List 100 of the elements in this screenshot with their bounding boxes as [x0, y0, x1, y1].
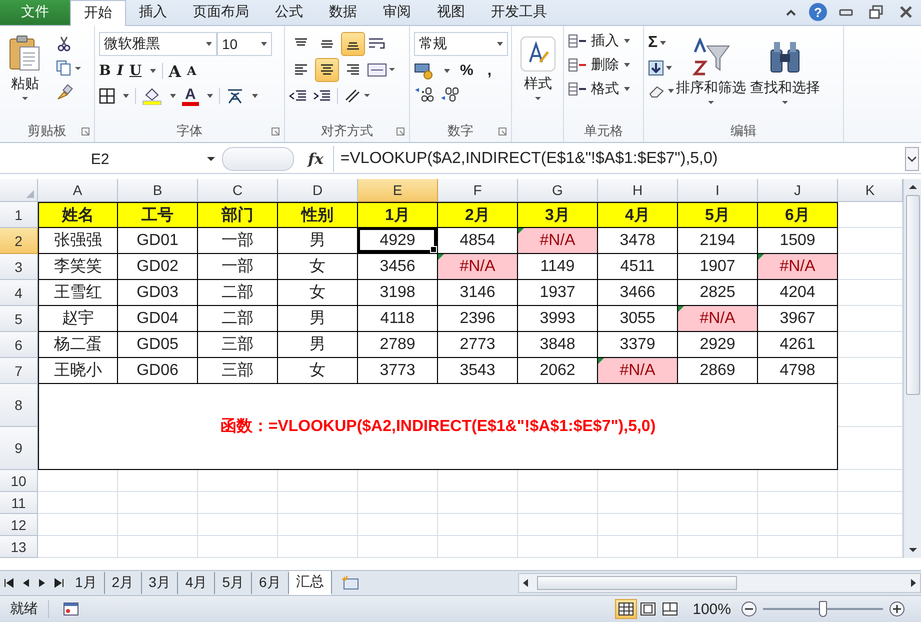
font-style-button[interactable]: I [116, 63, 124, 80]
insert-function-button[interactable]: fx [308, 150, 324, 168]
percent-button[interactable]: % [456, 62, 478, 80]
paintbrush-icon[interactable] [56, 84, 74, 100]
phonetic-icon[interactable] [226, 87, 244, 106]
ribbon-tab[interactable]: 插入 [126, 0, 180, 25]
align-button[interactable] [341, 32, 365, 56]
zoom-in-icon[interactable] [889, 601, 905, 618]
row-header[interactable]: 2 [0, 228, 38, 254]
grow-font-button[interactable]: A [168, 62, 182, 81]
row-header[interactable]: 13 [0, 536, 38, 558]
expand-icon[interactable] [905, 147, 919, 172]
name-box[interactable]: E2 [0, 147, 200, 172]
font-color-button[interactable]: A [182, 86, 199, 106]
increase-indent-icon[interactable] [313, 88, 331, 103]
vertical-scrollbar[interactable] [903, 179, 921, 558]
eraser-icon[interactable] [648, 84, 666, 98]
fill-color-icon[interactable] [142, 87, 162, 106]
table-cell: 1149 [518, 254, 598, 280]
column-header[interactable]: D [278, 179, 358, 202]
dialog-launcher-icon[interactable] [271, 126, 280, 136]
copy-icon[interactable] [56, 60, 82, 76]
ribbon-tab[interactable]: 数据 [316, 0, 370, 25]
new-sheet-icon[interactable] [340, 575, 360, 592]
align-button[interactable] [315, 58, 339, 82]
ribbon-tab[interactable]: 开始 [70, 0, 126, 26]
row-header[interactable]: 4 [0, 280, 38, 306]
font-style-button[interactable]: U [129, 63, 142, 80]
horizontal-scrollbar[interactable] [518, 573, 921, 594]
find-select-button[interactable]: 查找和选择 [748, 36, 822, 120]
ribbon-tab[interactable]: 审阅 [370, 0, 424, 25]
zoom-level[interactable]: 100% [692, 600, 731, 618]
view-button[interactable] [614, 599, 637, 620]
row-header[interactable]: 8 [0, 384, 38, 428]
record-macro-icon[interactable] [63, 602, 79, 616]
next-sheet-icon[interactable] [37, 577, 47, 590]
restore-icon[interactable] [869, 5, 883, 20]
scissors-icon[interactable] [56, 36, 72, 52]
increase-decimal-icon[interactable] [414, 86, 434, 102]
sort-filter-button[interactable]: 排序和筛选 [674, 36, 748, 120]
column-header[interactable]: J [758, 179, 838, 202]
column-header[interactable]: B [118, 179, 198, 202]
cells-menu-button[interactable]: 格式 [568, 80, 639, 98]
row-header[interactable]: 10 [0, 470, 38, 492]
font-name-dropdown[interactable]: 微软雅黑 [99, 32, 217, 56]
ribbon-tab[interactable]: 公式 [262, 0, 316, 25]
column-header[interactable]: G [518, 179, 598, 202]
previous-sheet-icon[interactable] [21, 577, 31, 590]
cells-menu-button[interactable]: 插入 [568, 32, 639, 50]
caret-icon[interactable] [206, 156, 216, 162]
font-style-button[interactable]: B [99, 63, 111, 80]
orientation-icon[interactable] [344, 88, 370, 104]
decrease-decimal-icon[interactable] [440, 86, 460, 102]
merge-center-icon[interactable] [367, 62, 395, 78]
scroll-thumb[interactable] [906, 195, 920, 396]
help-button[interactable]: ? [809, 3, 827, 22]
sheet-tab[interactable]: 汇总 [288, 571, 332, 596]
dialog-launcher-icon[interactable] [498, 126, 507, 136]
comma-button[interactable]: , [483, 62, 496, 80]
autosum-button[interactable]: Σ [648, 34, 658, 52]
row-header[interactable]: 5 [0, 306, 38, 332]
column-header[interactable]: A [38, 179, 118, 202]
row-header[interactable]: 11 [0, 492, 38, 514]
dialog-launcher-icon[interactable] [81, 126, 90, 136]
column-header[interactable]: E [358, 179, 438, 202]
shrink-font-button[interactable]: A [187, 64, 196, 78]
row-header[interactable]: 3 [0, 254, 38, 280]
row-header[interactable]: 9 [0, 427, 38, 470]
number-format-dropdown[interactable]: 常规 [414, 32, 508, 56]
column-header[interactable]: I [678, 179, 758, 202]
cells-menu-button[interactable]: 删除 [568, 56, 639, 74]
resize-handle[interactable] [222, 147, 294, 172]
row-header[interactable]: 6 [0, 332, 38, 358]
ribbon-tab[interactable]: 开发工具 [478, 0, 560, 25]
row-header[interactable]: 12 [0, 514, 38, 536]
column-header[interactable]: C [198, 179, 278, 202]
column-header[interactable]: F [438, 179, 518, 202]
minimize-icon[interactable] [839, 8, 853, 16]
row-header[interactable]: 7 [0, 358, 38, 384]
close-icon[interactable] [899, 5, 913, 20]
zoom-slider-thumb[interactable] [819, 601, 827, 618]
font-size-dropdown[interactable]: 10 [217, 32, 272, 56]
styles-button[interactable]: 样式 [516, 34, 560, 120]
sheet-tab[interactable]: 3月 [142, 572, 178, 594]
zoom-out-icon[interactable] [741, 601, 757, 618]
dialog-launcher-icon[interactable] [396, 126, 405, 136]
first-sheet-icon[interactable] [3, 577, 15, 590]
file-tab[interactable]: 文件 [0, 0, 70, 25]
last-sheet-icon[interactable] [53, 577, 65, 590]
row-header[interactable]: 1 [0, 202, 38, 228]
decrease-indent-icon[interactable] [289, 88, 307, 103]
fill-down-icon[interactable] [648, 60, 664, 76]
scroll-thumb[interactable] [536, 576, 737, 590]
collapse-ribbon-icon[interactable] [785, 8, 797, 16]
paste-button[interactable]: 粘贴 [4, 32, 46, 120]
borders-icon[interactable] [99, 88, 115, 104]
column-header[interactable]: H [598, 179, 678, 202]
ribbon-tab[interactable]: 视图 [424, 0, 478, 25]
column-header[interactable]: K [838, 179, 903, 202]
ribbon-tab[interactable]: 页面布局 [180, 0, 262, 25]
